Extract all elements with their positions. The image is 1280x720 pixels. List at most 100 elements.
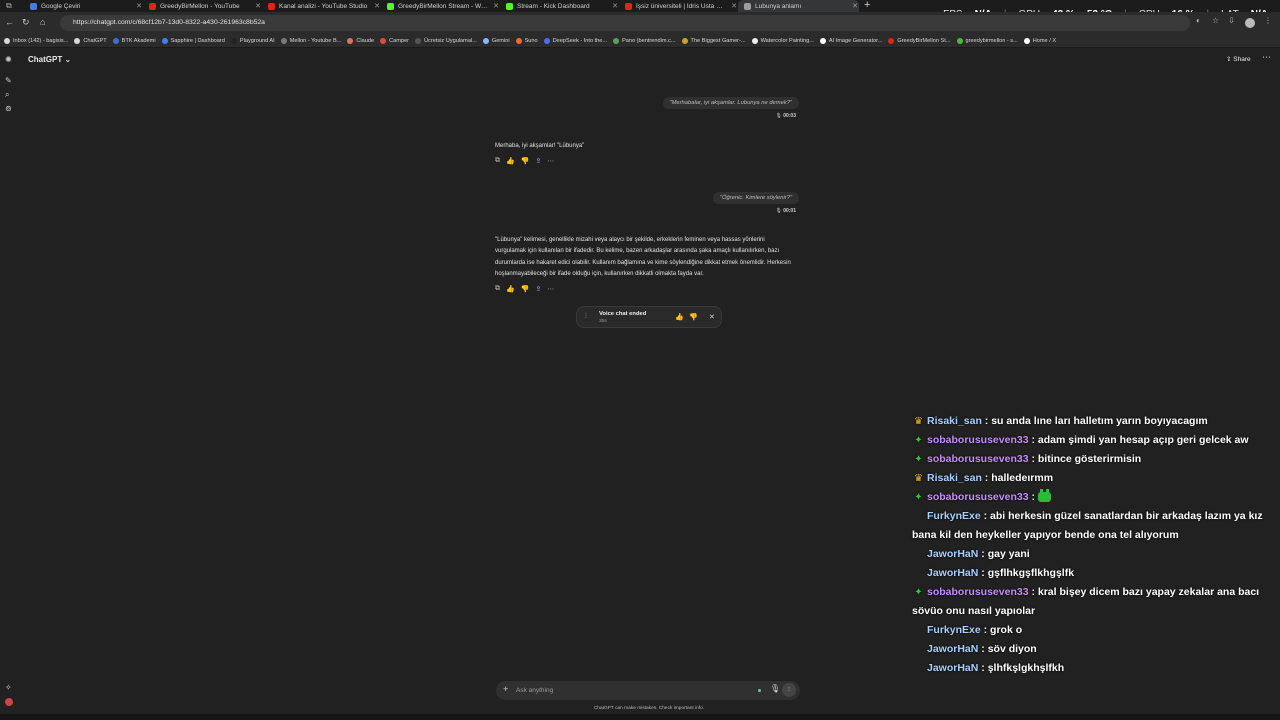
bookmark-item[interactable]: Sapphire | Dashboard <box>161 37 225 44</box>
bookmark-item[interactable]: Ücretsiz Uygulamal... <box>415 37 477 44</box>
bookmark-favicon-icon <box>515 37 522 44</box>
bookmark-item[interactable]: Gemini <box>482 37 510 44</box>
bookmark-item[interactable]: The Biggest Gamer-... <box>681 37 746 44</box>
profile-icon[interactable]: ◐ <box>1196 16 1201 25</box>
bookmark-item[interactable]: Inbox (142) - bagisis... <box>4 37 68 44</box>
bookmark-label: Watercolor Painting... <box>760 37 814 44</box>
bookmark-favicon-icon <box>415 37 421 44</box>
bookmark-item[interactable]: GreedyBirMellon St... <box>888 37 951 44</box>
tab-close-icon[interactable]: ✕ <box>611 2 619 10</box>
thumbs-up-icon[interactable]: 👍 <box>675 313 684 321</box>
close-icon[interactable]: ✕ <box>709 313 715 321</box>
url-bar[interactable]: https://chatgpt.com/c/68cf12b7-13d0-8322… <box>60 15 1190 31</box>
bookmark-item[interactable]: Home / X <box>1023 37 1057 44</box>
chat-username[interactable]: Risaki_san <box>927 472 982 484</box>
message-actions: ⧉ 👍 👎 ⇪ ⋯ <box>495 157 554 165</box>
microphone-icon[interactable]: 🎙 <box>770 684 780 693</box>
bookmark-favicon-icon <box>751 37 758 44</box>
bookmark-item[interactable]: greedybirmellon - s... <box>956 37 1018 44</box>
search-icon[interactable]: ⌕ <box>5 90 9 100</box>
more-icon[interactable]: ⋯ <box>547 285 554 293</box>
copy-icon[interactable]: ⧉ <box>495 157 500 165</box>
bookmark-item[interactable]: Suno <box>515 37 538 44</box>
taskbar-strip <box>0 714 1280 720</box>
tab-close-icon[interactable]: ✕ <box>851 2 859 10</box>
bookmark-item[interactable]: Claude <box>347 37 374 44</box>
thumbs-up-icon[interactable]: 👍 <box>506 285 515 293</box>
new-chat-icon[interactable]: ✎ <box>5 76 12 85</box>
bookmark-item[interactable]: Camper <box>380 37 409 44</box>
bookmark-item[interactable]: Watercolor Painting... <box>751 37 814 44</box>
thumbs-down-icon[interactable]: 👎 <box>521 157 530 165</box>
share-icon: ⇪ <box>1226 56 1232 63</box>
chat-username[interactable]: sobaborususeven33 <box>927 586 1029 598</box>
bookmark-item[interactable]: BTK Akademi <box>112 37 156 44</box>
chat-username[interactable]: sobaborususeven33 <box>927 453 1029 465</box>
disclaimer-text: ChatGPT can make mistakes. Check importa… <box>593 706 705 711</box>
tab-close-icon[interactable]: ✕ <box>492 2 500 10</box>
chat-username[interactable]: JaworHaN <box>927 548 978 560</box>
share-icon[interactable]: ⇪ <box>535 157 541 165</box>
thumbs-down-icon[interactable]: 👎 <box>689 313 698 321</box>
tab-close-icon[interactable]: ✕ <box>254 2 262 10</box>
bookmark-favicon-icon <box>1023 37 1030 44</box>
chat-username[interactable]: sobaborususeven33 <box>927 434 1029 446</box>
tab-item[interactable]: GreedyBirMellon Stream - Watch ✕ <box>381 0 500 12</box>
bookmark-label: greedybirmellon - s... <box>965 37 1018 44</box>
chat-username[interactable]: sobaborususeven33 <box>927 491 1029 503</box>
chat-username[interactable]: FurkynExe <box>927 624 981 636</box>
share-button[interactable]: ⇪ Share <box>1226 55 1251 63</box>
bookmark-item[interactable]: Mellon - Youtube B... <box>280 37 341 44</box>
kebab-menu-icon[interactable]: ⋮ <box>1264 16 1272 25</box>
avatar[interactable] <box>1245 18 1255 28</box>
chat-username[interactable]: Risaki_san <box>927 415 982 427</box>
tab-search-icon[interactable]: ⧉ <box>6 1 12 11</box>
chat-username[interactable]: JaworHaN <box>927 567 978 579</box>
bookmark-label: Home / X <box>1032 37 1057 44</box>
bookmark-item[interactable]: ChatGPT <box>74 37 107 44</box>
tab-item[interactable]: GreedyBirMellon - YouTube ✕ <box>143 0 262 12</box>
share-icon[interactable]: ⇪ <box>535 285 541 293</box>
chat-text: : gşflhkgşflkhgşlfk <box>981 567 1075 579</box>
upgrade-icon[interactable]: ✧ <box>5 683 12 692</box>
home-icon[interactable]: ⌂ <box>40 17 45 27</box>
tab-item[interactable]: Google Çeviri ✕ <box>24 0 143 12</box>
library-icon[interactable]: ⊚ <box>5 104 12 113</box>
tab-close-icon[interactable]: ✕ <box>373 2 381 10</box>
chat-username[interactable]: JaworHaN <box>927 643 978 655</box>
bookmark-item[interactable]: Playground AI <box>230 37 275 44</box>
tab-favicon-icon <box>30 2 37 10</box>
thumbs-up-icon[interactable]: 👍 <box>506 157 515 165</box>
back-arrow-icon[interactable]: ← <box>5 17 14 27</box>
thumbs-down-icon[interactable]: 👎 <box>521 285 530 293</box>
voice-mode-button[interactable]: ⫶ <box>782 683 796 697</box>
chat-username[interactable]: FurkynExe <box>927 510 981 522</box>
bookmark-item[interactable]: DeepSeek - Into the... <box>543 37 607 44</box>
new-tab-button[interactable]: + <box>864 0 870 11</box>
more-options-icon[interactable]: ⋯ <box>1262 52 1271 63</box>
copy-icon[interactable]: ⧉ <box>495 285 500 293</box>
address-toolbar: ← ↻ ⌂ https://chatgpt.com/c/68cf12b7-13d… <box>0 12 1280 34</box>
bookmark-item[interactable]: Pano (bentrendim.c... <box>613 37 676 44</box>
tab-close-icon[interactable]: ✕ <box>135 2 143 10</box>
tab-item[interactable]: Kanal analizi - YouTube Studio ✕ <box>262 0 381 12</box>
more-icon[interactable]: ⋯ <box>547 157 554 165</box>
chatgpt-logo-icon[interactable]: ✺ <box>5 55 12 64</box>
user-avatar[interactable] <box>5 698 13 706</box>
tab-item[interactable]: Stream - Kick Dashboard ✕ <box>500 0 619 12</box>
bookmark-star-icon[interactable]: ☆ <box>1212 16 1219 25</box>
chat-text: : grok o <box>983 624 1023 636</box>
tab-close-icon[interactable]: ✕ <box>730 2 738 10</box>
tab-item[interactable]: Lubunya anlamı ✕ <box>738 0 859 12</box>
tab-item[interactable]: İşsiz üniversiteli | İdris Usta USA ! ✕ <box>619 0 738 12</box>
bookmark-label: GreedyBirMellon St... <box>897 37 951 44</box>
chat-username[interactable]: JaworHaN <box>927 662 978 674</box>
attach-plus-icon[interactable]: + <box>503 684 508 694</box>
bookmark-item[interactable]: AI Image Generator... <box>819 37 882 44</box>
frog-emote-icon <box>1037 489 1051 503</box>
composer-input[interactable]: Ask anything <box>516 687 553 694</box>
model-selector[interactable]: ChatGPT ⌄ <box>28 55 71 64</box>
reload-icon[interactable]: ↻ <box>22 17 30 28</box>
bookmark-label: Gemini <box>491 37 510 44</box>
download-icon[interactable]: ⇩ <box>1228 16 1235 25</box>
